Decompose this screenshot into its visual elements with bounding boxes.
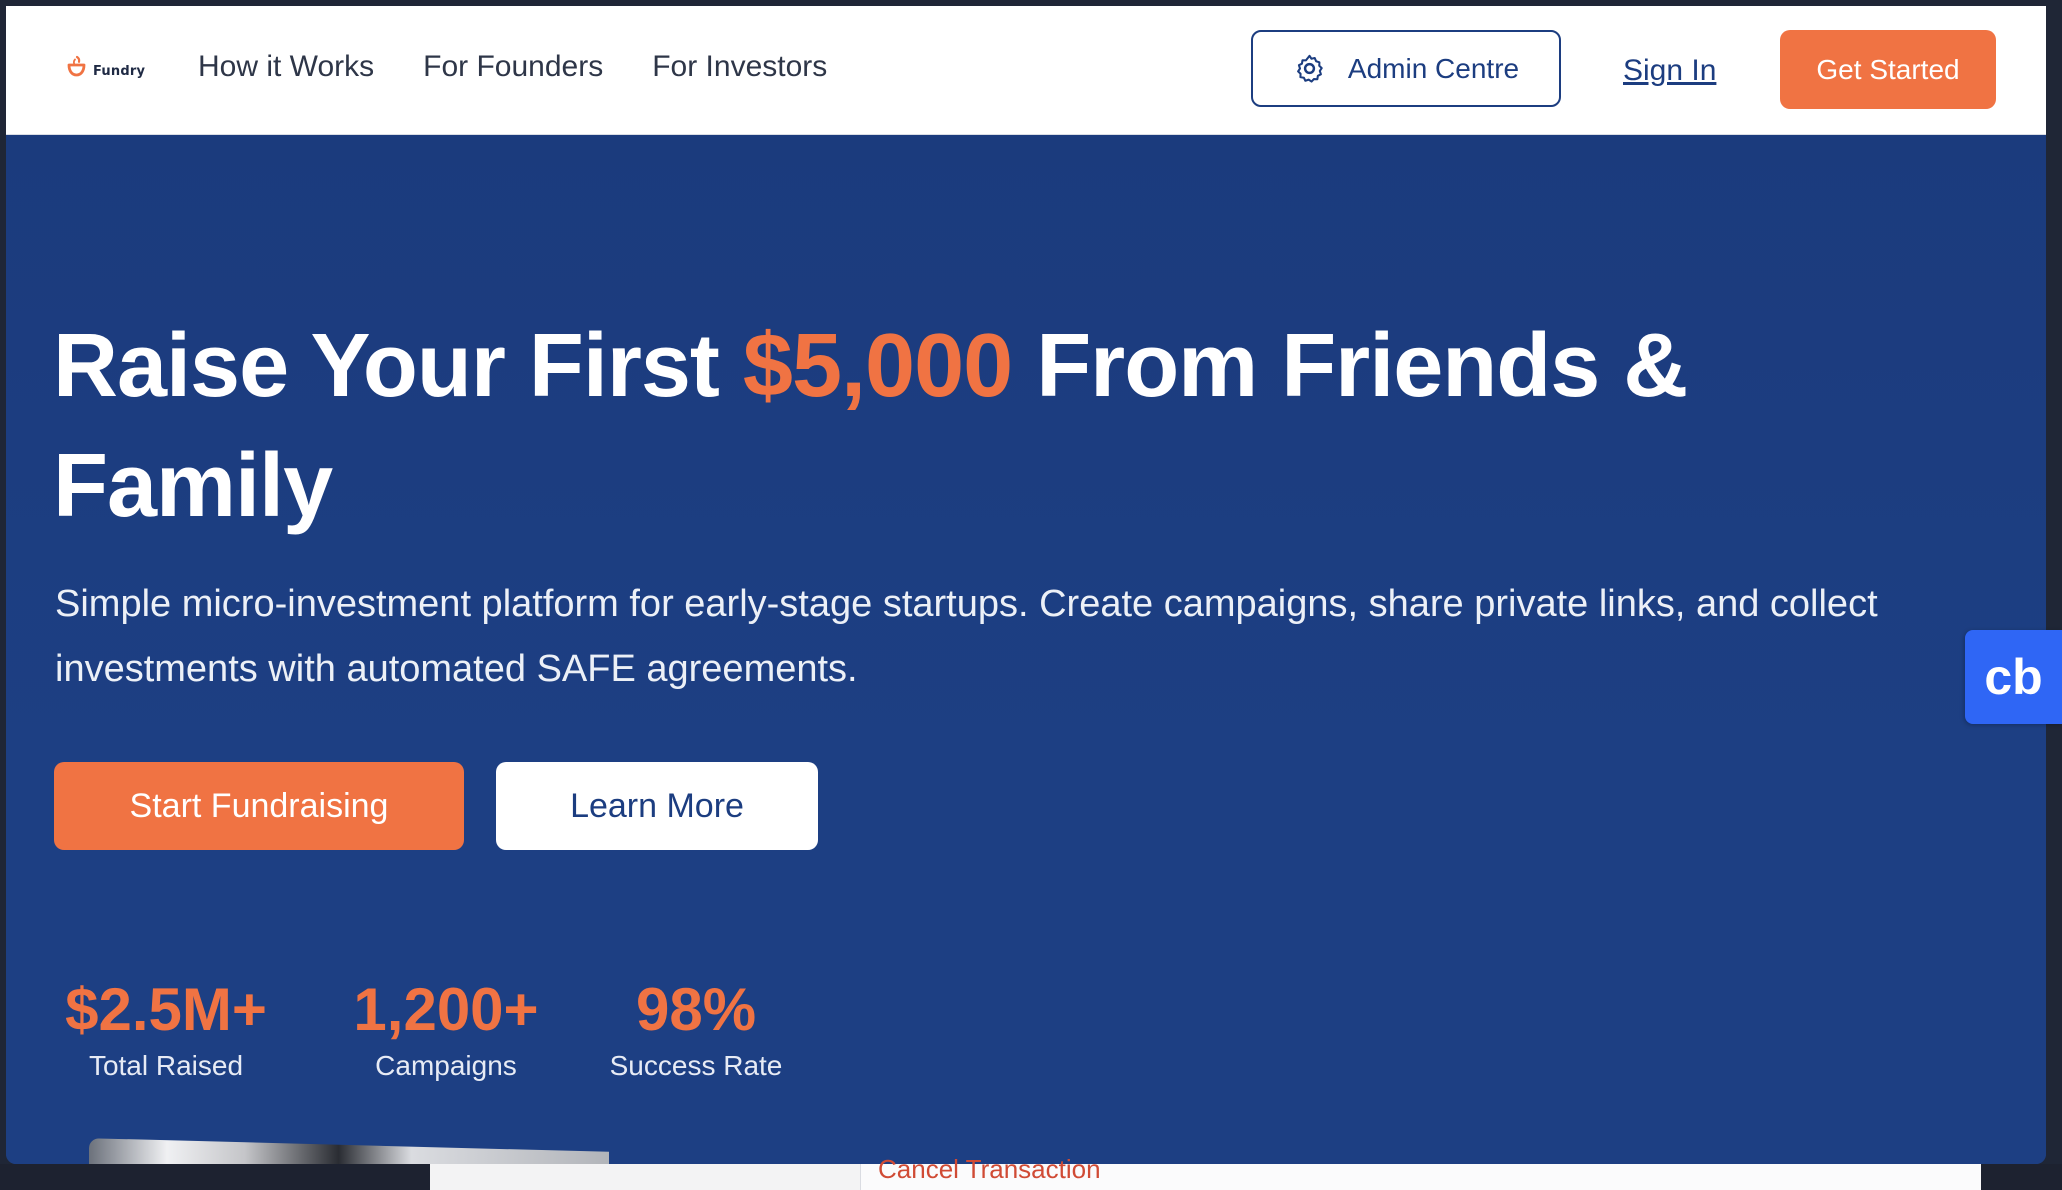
hero-subtitle: Simple micro-investment platform for ear… <box>55 583 1878 690</box>
nav-how-it-works[interactable]: How it Works <box>198 52 374 82</box>
hero-title-part-1: Raise Your First <box>53 316 743 416</box>
brand-logo[interactable]: Fundry <box>63 54 145 82</box>
stat-success-rate: 98% Success Rate <box>598 980 794 1080</box>
hero-title-amount: $5,000 <box>742 316 1013 416</box>
background-window-peek: Cancel Transaction <box>0 1156 2062 1190</box>
brand-name: Fundry <box>93 63 146 79</box>
fundry-logo-icon <box>67 55 86 77</box>
stat-campaigns: 1,200+ Campaigns <box>338 980 554 1080</box>
primary-nav: How it Works For Founders For Investors <box>198 52 827 82</box>
stat-value: 1,200+ <box>353 976 539 1043</box>
browser-page: Fundry How it Works For Founders For Inv… <box>6 6 2046 1164</box>
top-navigation-bar: Fundry How it Works For Founders For Inv… <box>6 6 2046 135</box>
gear-icon <box>1296 54 1323 83</box>
nav-for-investors[interactable]: For Investors <box>652 52 827 82</box>
get-started-button[interactable]: Get Started <box>1780 30 1996 109</box>
stat-value: $2.5M+ <box>65 976 267 1043</box>
product-preview-image <box>89 1138 609 1164</box>
stat-label: Total Raised <box>88 1050 244 1081</box>
background-panel-left <box>430 1164 860 1190</box>
chat-widget-button[interactable]: cb <box>1965 630 2062 724</box>
hero-section: Raise Your First $5,000 From Friends & F… <box>6 135 2046 1164</box>
learn-more-button[interactable]: Learn More <box>496 762 818 850</box>
admin-centre-button[interactable]: Admin Centre <box>1251 30 1561 107</box>
stat-total-raised: $2.5M+ Total Raised <box>54 980 278 1080</box>
background-cancel-transaction-text: Cancel Transaction <box>878 1154 1101 1184</box>
stat-value: 98% <box>635 976 757 1043</box>
admin-centre-label: Admin Centre <box>1347 52 1520 84</box>
sign-in-link[interactable]: Sign In <box>1623 56 1716 86</box>
hero-title: Raise Your First $5,000 From Friends & F… <box>53 306 1853 546</box>
nav-for-founders[interactable]: For Founders <box>423 52 603 82</box>
stat-label: Success Rate <box>609 1050 783 1081</box>
start-fundraising-button[interactable]: Start Fundraising <box>54 762 464 850</box>
stat-label: Campaigns <box>375 1050 517 1081</box>
